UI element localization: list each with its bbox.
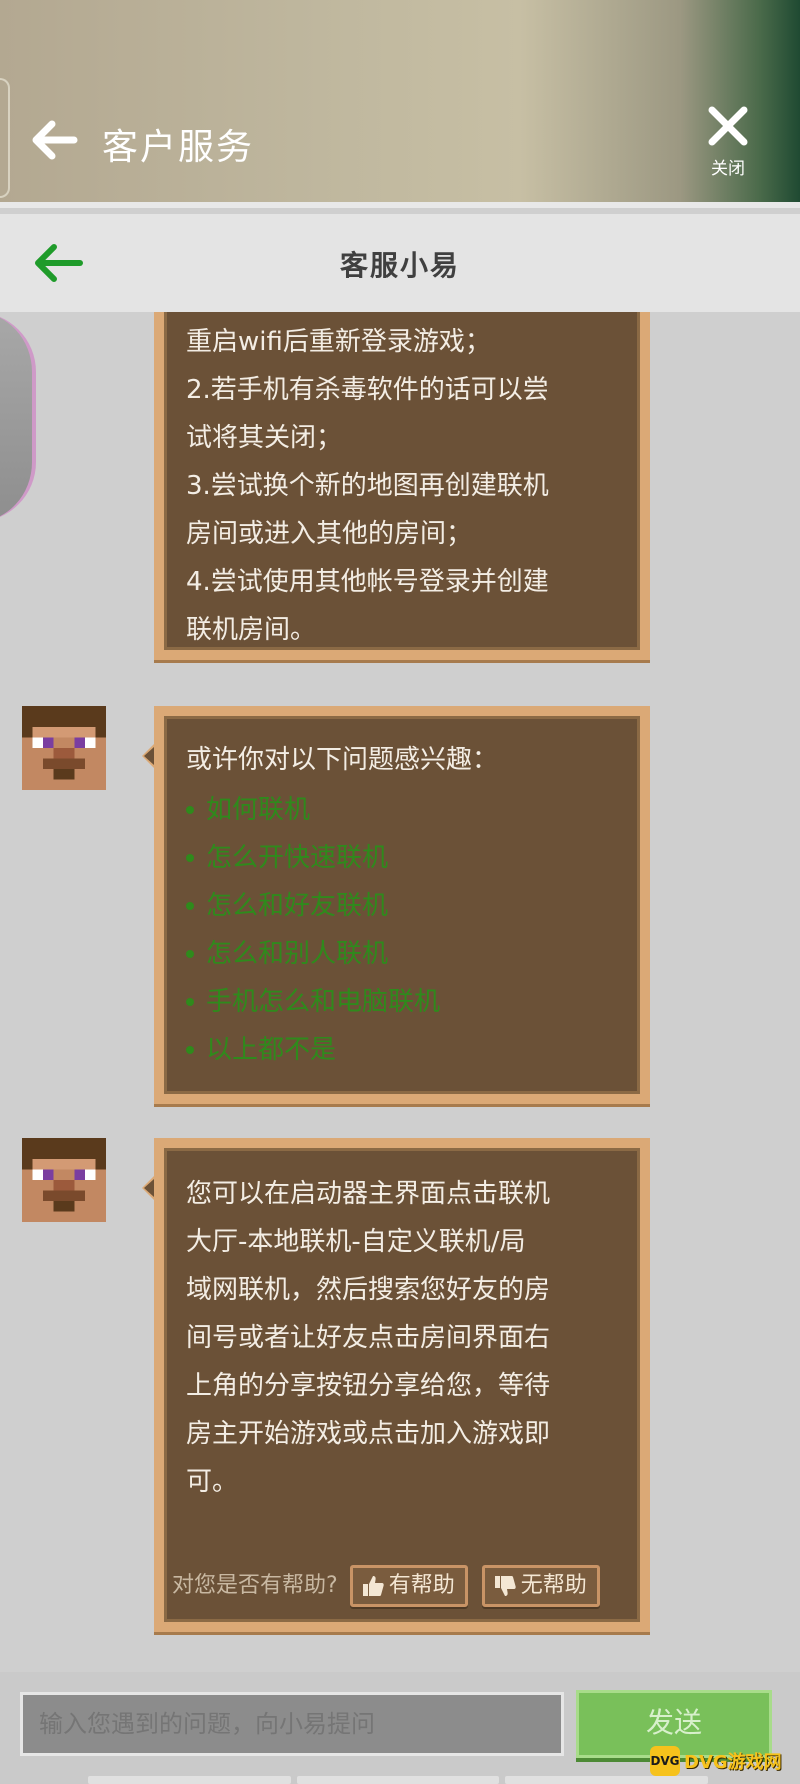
message-line: 房主开始游戏或点击加入游戏即 xyxy=(186,1419,551,1449)
feedback-question: 对您是否有帮助? xyxy=(172,1573,338,1598)
top-bar: 客户服务 关闭 xyxy=(0,0,800,208)
strip-segment xyxy=(296,1776,500,1784)
panel-edge-decoration xyxy=(0,78,10,198)
bubble-tail xyxy=(142,1174,156,1202)
page-title: 客户服务 xyxy=(102,127,255,168)
message-line: 4.尝试使用其他帐号登录并创建 xyxy=(186,567,549,597)
suggestion-item[interactable]: 怎么开快速联机 xyxy=(186,834,620,882)
suggestion-link[interactable]: 怎么开快速联机 xyxy=(206,834,388,882)
side-drawer-handle[interactable] xyxy=(0,312,36,522)
site-watermark: DVG DVG游戏网 xyxy=(650,1744,796,1778)
chat-header: 客服小易 xyxy=(0,214,800,312)
suggestion-link[interactable]: 手机怎么和电脑联机 xyxy=(206,978,440,1026)
bot-avatar xyxy=(22,1138,106,1222)
chat-title: 客服小易 xyxy=(339,249,460,282)
suggestion-item[interactable]: 怎么和好友联机 xyxy=(186,882,620,930)
suggestion-item[interactable]: 以上都不是 xyxy=(186,1026,620,1074)
message-line: 试将其关闭； xyxy=(186,423,343,453)
bot-message: 重启wifi后重新登录游戏； 2.若手机有杀毒软件的话可以尝 试将其关闭； 3.… xyxy=(154,312,650,660)
unhelpful-label: 无帮助 xyxy=(520,1573,587,1598)
bullet-icon xyxy=(186,806,194,814)
suggestion-item[interactable]: 怎么和别人联机 xyxy=(186,930,620,978)
watermark-logo-icon: DVG xyxy=(650,1746,680,1776)
bullet-icon xyxy=(186,854,194,862)
close-button[interactable]: 关闭 xyxy=(700,104,756,182)
suggestion-link[interactable]: 如何联机 xyxy=(206,786,310,834)
suggestion-message: 或许你对以下问题感兴趣： 如何联机 怎么开快速联机 怎么和好友联机 怎么和别人联… xyxy=(142,706,650,1104)
suggestion-item[interactable]: 手机怎么和电脑联机 xyxy=(186,978,620,1026)
close-label: 关闭 xyxy=(711,159,745,179)
bubble-tail xyxy=(142,742,156,770)
close-icon xyxy=(708,106,748,146)
chat-area[interactable]: 重启wifi后重新登录游戏； 2.若手机有杀毒软件的话可以尝 试将其关闭； 3.… xyxy=(0,312,800,1672)
message-line: 2.若手机有杀毒软件的话可以尝 xyxy=(186,375,549,405)
watermark-text: DVG游戏网 xyxy=(684,1752,782,1773)
message-line: 大厅-本地联机-自定义联机/局 xyxy=(186,1227,526,1257)
bullet-icon xyxy=(186,1046,194,1054)
message-line: 间号或者让好友点击房间界面右 xyxy=(186,1323,551,1353)
feedback-row: 对您是否有帮助? 有帮助 无帮助 xyxy=(172,1562,614,1610)
helpful-label: 有帮助 xyxy=(388,1573,455,1598)
suggestion-link[interactable]: 怎么和好友联机 xyxy=(206,882,388,930)
question-input[interactable] xyxy=(20,1692,564,1756)
back-arrow-icon[interactable] xyxy=(28,116,80,164)
suggestion-intro: 或许你对以下问题感兴趣： xyxy=(186,745,499,775)
bot-avatar xyxy=(22,706,106,790)
bot-answer-message: 您可以在启动器主界面点击联机 大厅-本地联机-自定义联机/局 域网联机，然后搜索… xyxy=(142,1138,650,1632)
message-line: 房间或进入其他的房间； xyxy=(186,519,473,549)
message-line: 3.尝试换个新的地图再创建联机 xyxy=(186,471,549,501)
message-line: 重启wifi后重新登录游戏； xyxy=(186,327,491,357)
strip-segment xyxy=(88,1776,291,1784)
message-line: 联机房间。 xyxy=(186,615,317,645)
suggestion-item[interactable]: 如何联机 xyxy=(186,786,620,834)
thumbs-down-icon xyxy=(494,1576,516,1596)
unhelpful-button[interactable]: 无帮助 xyxy=(481,1565,600,1607)
suggestion-link[interactable]: 以上都不是 xyxy=(206,1026,336,1074)
bottom-tab-strip xyxy=(88,1776,709,1784)
message-line: 可。 xyxy=(186,1467,239,1497)
suggestion-link[interactable]: 怎么和别人联机 xyxy=(206,930,388,978)
message-line: 您可以在启动器主界面点击联机 xyxy=(186,1179,551,1209)
bullet-icon xyxy=(186,950,194,958)
message-line: 域网联机，然后搜索您好友的房 xyxy=(186,1275,551,1305)
bullet-icon xyxy=(186,998,194,1006)
helpful-button[interactable]: 有帮助 xyxy=(349,1565,468,1607)
suggestion-list: 如何联机 怎么开快速联机 怎么和好友联机 怎么和别人联机 手机怎么和电脑联机 以… xyxy=(186,786,620,1074)
message-line: 上角的分享按钮分享给您，等待 xyxy=(186,1371,551,1401)
bullet-icon xyxy=(186,902,194,910)
thumbs-up-icon xyxy=(362,1576,384,1596)
